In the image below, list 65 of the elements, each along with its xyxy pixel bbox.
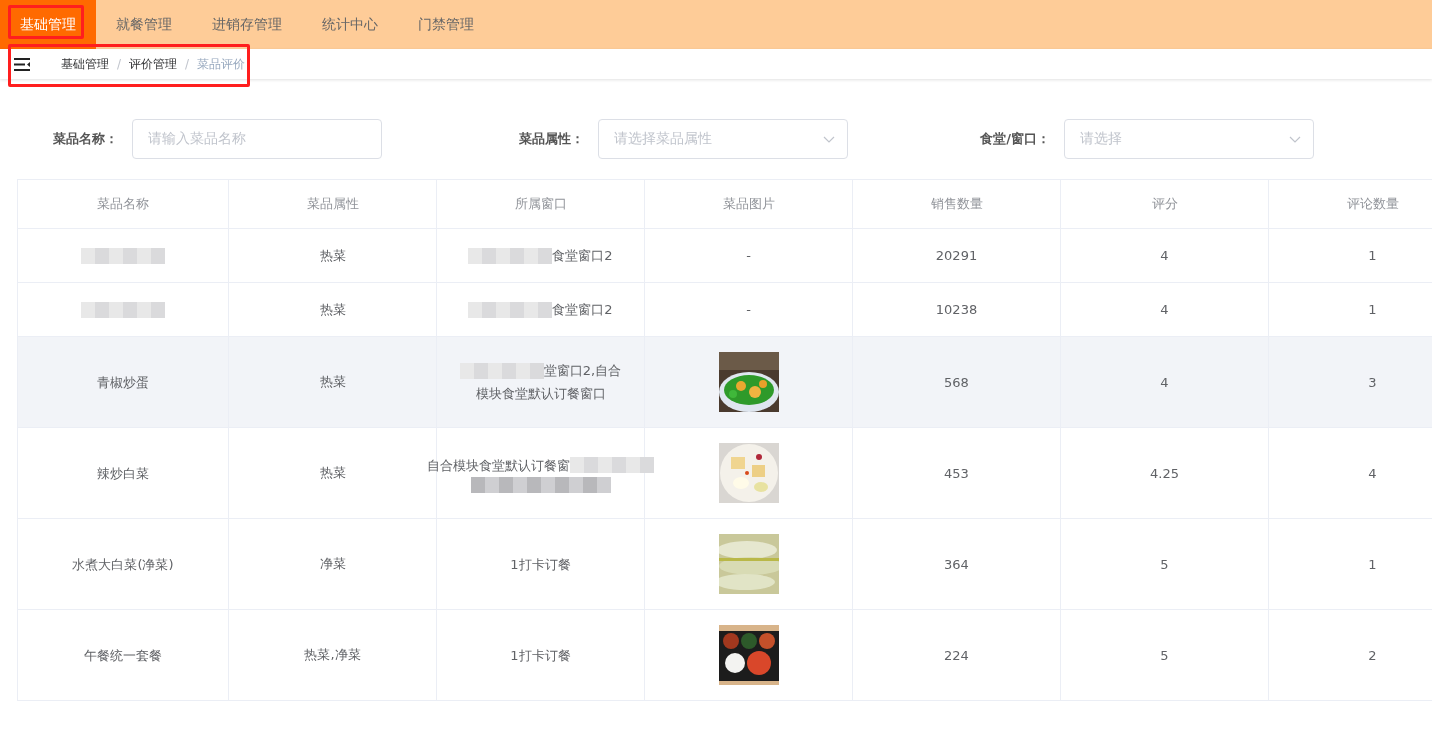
breadcrumb-item[interactable]: 评价管理 <box>129 55 178 73</box>
filter-label: 菜品属性： <box>519 130 584 148</box>
cell-text: 364 <box>944 556 969 572</box>
column-header: 评分 <box>1151 195 1178 213</box>
cell-text: 热菜 <box>319 464 346 482</box>
nav-tab[interactable]: 门禁管理 <box>398 0 494 49</box>
cell-text: 自合模块食堂默认订餐窗 <box>427 456 570 475</box>
breadcrumb-item[interactable]: 基础管理 <box>61 55 109 73</box>
cell-text: 热菜 <box>319 300 346 319</box>
filter-label: 食堂/窗口： <box>980 130 1050 148</box>
cell-text: 568 <box>944 374 969 390</box>
cell-text: 青椒炒蛋 <box>97 373 149 392</box>
cell-text: 食堂窗口2 <box>552 301 613 319</box>
cell-text: 1 <box>1368 556 1377 572</box>
cell-text: 1 <box>1368 248 1377 263</box>
cell-text: 净菜 <box>319 555 346 573</box>
cell-text: 224 <box>944 647 969 663</box>
cell-text: 模块食堂默认订餐窗口 <box>475 385 606 403</box>
column-header: 销售数量 <box>930 195 983 213</box>
cell-text: 4 <box>1160 374 1169 390</box>
table-row[interactable]: 热菜 食堂窗口2 - 20291 4 1 <box>18 229 1432 283</box>
column-header: 菜品图片 <box>722 195 775 213</box>
cell-text: 1打卡订餐 <box>510 646 571 665</box>
cell-text: 堂窗口2,自合 <box>543 362 622 380</box>
cell-text: - <box>746 248 751 263</box>
filter-label: 菜品名称： <box>53 130 118 148</box>
cell-text: 453 <box>944 465 969 481</box>
cell-text: - <box>746 302 751 317</box>
cell-text: 热菜 <box>319 373 346 391</box>
cell-text: 午餐统一套餐 <box>84 646 162 665</box>
chevron-down-icon <box>1289 135 1301 143</box>
menu-fold-icon <box>14 57 31 71</box>
nav-tab[interactable]: 就餐管理 <box>96 0 192 49</box>
table-row[interactable]: 水煮大白菜(净菜) 净菜 1打卡订餐 364 5 1 <box>18 519 1432 610</box>
nav-tab[interactable]: 进销存管理 <box>192 0 302 49</box>
breadcrumb-separator: / <box>185 57 190 71</box>
cell-text: 水煮大白菜(净菜) <box>72 555 174 574</box>
column-header: 评论数量 <box>1346 195 1399 213</box>
table-row[interactable]: 热菜 食堂窗口2 - 10238 4 1 <box>18 283 1432 337</box>
cell-text: 2 <box>1368 647 1377 663</box>
cell-text: 10238 <box>935 302 978 317</box>
cell-text: 辣炒白菜 <box>97 464 149 483</box>
breadcrumb-separator: / <box>117 57 122 71</box>
cell-text: 食堂窗口2 <box>552 247 613 265</box>
cell-text: 5 <box>1160 647 1169 663</box>
table-row[interactable]: 午餐统一套餐 热菜,净菜 1打卡订餐 224 5 2 <box>18 610 1432 701</box>
cell-text: 4 <box>1160 248 1169 263</box>
breadcrumb-item: 菜品评价 <box>197 55 246 73</box>
nav-tab[interactable]: 统计中心 <box>302 0 398 49</box>
table-row[interactable]: 青椒炒蛋 热菜 堂窗口2,自合 模块食堂默认订餐窗口 568 4 3 <box>18 337 1432 428</box>
cell-text: 热菜,净菜 <box>304 646 361 664</box>
column-header: 菜品名称 <box>97 195 149 213</box>
cell-text: 热菜 <box>319 246 346 265</box>
cell-text: 4 <box>1160 302 1169 317</box>
cell-text: 20291 <box>935 248 978 263</box>
table-row[interactable]: 辣炒白菜 热菜 自合模块食堂默认订餐窗 453 4.25 4 <box>18 428 1432 519</box>
column-header: 所属窗口 <box>514 195 567 213</box>
cell-text: 4 <box>1368 465 1377 481</box>
column-header: 菜品属性 <box>306 195 359 213</box>
cell-text: 1 <box>1368 302 1377 317</box>
cell-text: 5 <box>1160 556 1169 572</box>
cell-text: 4.25 <box>1150 465 1179 481</box>
chevron-down-icon <box>823 135 835 143</box>
cell-text: 1打卡订餐 <box>510 555 571 574</box>
cell-text: 3 <box>1368 374 1377 390</box>
